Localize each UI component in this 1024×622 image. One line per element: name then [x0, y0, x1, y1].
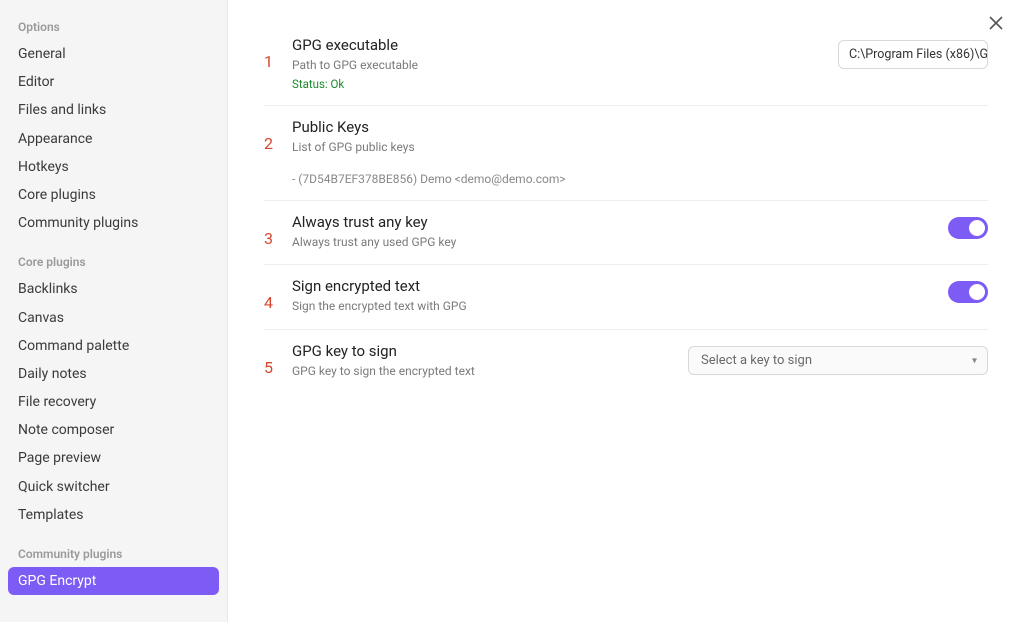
sidebar-item-command-palette[interactable]: Command palette [8, 332, 219, 360]
sidebar-item-hotkeys[interactable]: Hotkeys [8, 153, 219, 181]
section-heading-core-plugins: Core plugins [8, 237, 219, 275]
setting-status: Status: Ok [292, 77, 838, 91]
setting-description: Sign the encrypted text with GPG [292, 298, 948, 315]
setting-number: 3 [264, 213, 292, 248]
sidebar-item-page-preview[interactable]: Page preview [8, 444, 219, 472]
sidebar-item-community-plugins[interactable]: Community plugins [8, 209, 219, 237]
setting-description: GPG key to sign the encrypted text [292, 363, 688, 380]
close-icon [989, 14, 1003, 35]
gpg-sign-key-select[interactable]: Select a key to sign ▾ [688, 346, 988, 375]
setting-public-keys: 2 Public Keys List of GPG public keys - … [264, 106, 988, 201]
sidebar-item-appearance[interactable]: Appearance [8, 125, 219, 153]
setting-title: GPG executable [292, 36, 838, 54]
public-key-item: - (7D54B7EF378BE856) Demo <demo@demo.com… [292, 172, 988, 186]
sidebar-item-quick-switcher[interactable]: Quick switcher [8, 473, 219, 501]
sidebar-item-files-and-links[interactable]: Files and links [8, 96, 219, 124]
sidebar-item-file-recovery[interactable]: File recovery [8, 388, 219, 416]
setting-sign-encrypted: 4 Sign encrypted text Sign the encrypted… [264, 265, 988, 330]
setting-title: GPG key to sign [292, 342, 688, 360]
setting-number: 5 [264, 342, 292, 377]
sidebar-item-editor[interactable]: Editor [8, 68, 219, 96]
setting-number: 1 [264, 36, 292, 71]
setting-number: 4 [264, 277, 292, 312]
setting-always-trust: 3 Always trust any key Always trust any … [264, 201, 988, 266]
section-heading-community-plugins: Community plugins [8, 529, 219, 567]
settings-sidebar: Options General Editor Files and links A… [0, 0, 228, 622]
sign-encrypted-toggle[interactable] [948, 281, 988, 303]
sidebar-item-templates[interactable]: Templates [8, 501, 219, 529]
settings-content: 1 GPG executable Path to GPG executable … [228, 0, 1024, 622]
setting-description: Path to GPG executable [292, 57, 838, 74]
setting-gpg-sign-key: 5 GPG key to sign GPG key to sign the en… [264, 330, 988, 384]
close-button[interactable] [984, 12, 1008, 36]
sidebar-item-gpg-encrypt[interactable]: GPG Encrypt [8, 567, 219, 595]
section-heading-options: Options [8, 14, 219, 40]
sidebar-item-backlinks[interactable]: Backlinks [8, 275, 219, 303]
gpg-executable-input[interactable]: C:\Program Files (x86)\Gn [838, 40, 988, 69]
sidebar-item-canvas[interactable]: Canvas [8, 304, 219, 332]
select-placeholder: Select a key to sign [701, 353, 812, 368]
sidebar-item-daily-notes[interactable]: Daily notes [8, 360, 219, 388]
setting-number: 2 [264, 118, 292, 153]
setting-title: Sign encrypted text [292, 277, 948, 295]
setting-description: List of GPG public keys [292, 139, 988, 156]
sidebar-item-note-composer[interactable]: Note composer [8, 416, 219, 444]
sidebar-item-core-plugins[interactable]: Core plugins [8, 181, 219, 209]
sidebar-item-general[interactable]: General [8, 40, 219, 68]
always-trust-toggle[interactable] [948, 217, 988, 239]
setting-description: Always trust any used GPG key [292, 234, 948, 251]
setting-title: Public Keys [292, 118, 988, 136]
chevron-down-icon: ▾ [972, 355, 977, 366]
setting-title: Always trust any key [292, 213, 948, 231]
setting-gpg-executable: 1 GPG executable Path to GPG executable … [264, 24, 988, 106]
